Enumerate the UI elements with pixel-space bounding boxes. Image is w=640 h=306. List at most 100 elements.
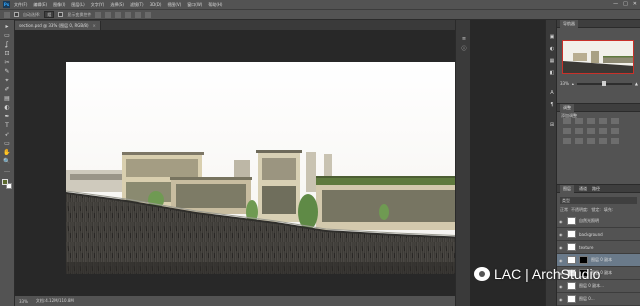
menu-file[interactable]: 文件(F): [14, 2, 27, 8]
channel-mixer-icon[interactable]: [611, 128, 619, 134]
color-swatches[interactable]: [2, 179, 12, 189]
document-tabs: section.psd @ 33% (图层 0, RGB/8) ×: [15, 20, 455, 30]
auto-select-checkbox[interactable]: [14, 12, 19, 17]
selective-color-icon[interactable]: [611, 138, 619, 144]
align-center-icon[interactable]: [135, 11, 142, 18]
zoom-in-icon[interactable]: ▲: [635, 81, 638, 86]
character-icon[interactable]: A: [548, 90, 556, 97]
panel-icon-column: ▣ ◐ ▦ ◧ A ¶ ⊞: [545, 20, 557, 306]
visibility-eye-icon[interactable]: ◉: [559, 219, 564, 224]
info-icon[interactable]: ⓘ: [460, 46, 468, 53]
black-white-icon[interactable]: [587, 128, 595, 134]
menu-edit[interactable]: 编辑(E): [33, 2, 47, 8]
menu-window[interactable]: 窗口(W): [187, 2, 202, 8]
swatches-icon[interactable]: ▦: [548, 58, 556, 65]
visibility-eye-icon[interactable]: ◉: [559, 258, 564, 263]
quick-select-tool[interactable]: ⊡: [3, 50, 12, 57]
minimize-button[interactable]: —: [613, 1, 618, 7]
menu-image[interactable]: 图像(I): [53, 2, 65, 8]
lasso-tool[interactable]: ʆ: [3, 41, 12, 48]
menu-layer[interactable]: 图层(L): [71, 2, 84, 8]
close-tab-icon[interactable]: ×: [93, 23, 96, 28]
show-transform-checkbox[interactable]: [58, 12, 64, 17]
align-right-icon[interactable]: [145, 11, 152, 18]
more-tools[interactable]: …: [3, 167, 12, 174]
crop-tool[interactable]: ✂: [3, 59, 12, 66]
align-middle-icon[interactable]: [105, 11, 112, 18]
tab-navigator[interactable]: 导航器: [560, 19, 578, 28]
zoom-level[interactable]: 33%: [19, 299, 28, 304]
layer-row[interactable]: ◉ background: [557, 228, 640, 241]
curves-icon[interactable]: [587, 118, 595, 124]
zoom-slider[interactable]: [576, 80, 632, 86]
tab-layers[interactable]: 图层: [560, 184, 574, 193]
wechat-watermark: LAC | ArchStudio: [474, 266, 600, 282]
vibrance-icon[interactable]: [611, 118, 619, 124]
panel-dock-gap: [470, 20, 545, 306]
align-top-icon[interactable]: [95, 11, 102, 18]
brightness-contrast-icon[interactable]: [563, 118, 571, 124]
layer-row[interactable]: ◉ texture: [557, 241, 640, 254]
document-tab[interactable]: section.psd @ 33% (图层 0, RGB/8) ×: [15, 21, 101, 30]
marquee-tool[interactable]: ▭: [3, 32, 12, 39]
visibility-eye-icon[interactable]: ◉: [559, 245, 564, 250]
color-balance-icon[interactable]: [575, 128, 583, 134]
move-tool-icon[interactable]: [4, 11, 10, 18]
align-bottom-icon[interactable]: [115, 11, 122, 18]
healing-tool[interactable]: ⌖: [3, 77, 12, 84]
hue-saturation-icon[interactable]: [563, 128, 571, 134]
history-icon[interactable]: ≡: [460, 36, 468, 43]
layer-filter-dropdown[interactable]: 类型: [560, 197, 637, 204]
paragraph-icon[interactable]: ¶: [548, 102, 556, 109]
brush-tool[interactable]: ✐: [3, 86, 12, 93]
tab-adjustments[interactable]: 调整: [560, 103, 574, 112]
visibility-eye-icon[interactable]: ◉: [559, 284, 564, 289]
move-tool[interactable]: ▸: [3, 23, 12, 30]
hand-tool[interactable]: ✋: [3, 149, 12, 156]
navigator-thumbnail[interactable]: [562, 40, 634, 74]
styles-icon[interactable]: ◧: [548, 70, 556, 77]
brush-settings-icon[interactable]: ▣: [548, 34, 556, 41]
tab-channels[interactable]: 通道: [579, 186, 587, 192]
foreground-color-swatch[interactable]: [2, 179, 8, 185]
layer-thumbnail: [567, 243, 576, 251]
auto-select-dropdown[interactable]: 组: [44, 11, 55, 18]
threshold-icon[interactable]: [587, 138, 595, 144]
layer-row[interactable]: ◉ 图层 0...: [557, 293, 640, 306]
path-select-tool[interactable]: ➶: [3, 131, 12, 138]
zoom-tool[interactable]: 🔍: [3, 158, 12, 165]
levels-icon[interactable]: [575, 118, 583, 124]
zoom-slider-knob[interactable]: [601, 80, 606, 86]
type-tool[interactable]: T: [3, 122, 12, 129]
shape-tool[interactable]: ▭: [3, 140, 12, 147]
layer-thumbnail: [567, 282, 576, 290]
navigator-zoom-value[interactable]: 33%: [560, 81, 569, 86]
visibility-eye-icon[interactable]: ◉: [559, 232, 564, 237]
align-left-icon[interactable]: [125, 11, 132, 18]
gradient-tool[interactable]: ◐: [3, 104, 12, 111]
posterize-icon[interactable]: [575, 138, 583, 144]
zoom-out-icon[interactable]: ▴: [572, 81, 574, 86]
document-canvas[interactable]: [66, 62, 492, 274]
blend-mode-dropdown[interactable]: 正常: [560, 207, 568, 213]
layer-row[interactable]: ◉ 自然光照明: [557, 215, 640, 228]
menu-3d[interactable]: 3D(D): [150, 2, 162, 7]
menu-view[interactable]: 视图(V): [167, 2, 181, 8]
menu-type[interactable]: 文字(Y): [91, 2, 105, 8]
menu-select[interactable]: 选择(S): [110, 2, 124, 8]
eyedropper-tool[interactable]: ✎: [3, 68, 12, 75]
maximize-button[interactable]: □: [623, 1, 628, 7]
menu-help[interactable]: 帮助(H): [208, 2, 222, 8]
properties-icon[interactable]: ⊞: [548, 122, 556, 129]
pen-tool[interactable]: ✒: [3, 113, 12, 120]
close-window-button[interactable]: ✕: [633, 1, 637, 7]
tab-paths[interactable]: 路径: [592, 186, 600, 192]
stamp-tool[interactable]: ▤: [3, 95, 12, 102]
menu-filter[interactable]: 滤镜(T): [130, 2, 144, 8]
exposure-icon[interactable]: [599, 118, 607, 124]
gradient-map-icon[interactable]: [599, 138, 607, 144]
invert-icon[interactable]: [563, 138, 571, 144]
photo-filter-icon[interactable]: [599, 128, 607, 134]
visibility-eye-icon[interactable]: ◉: [559, 297, 564, 302]
color-icon[interactable]: ◐: [548, 46, 556, 53]
